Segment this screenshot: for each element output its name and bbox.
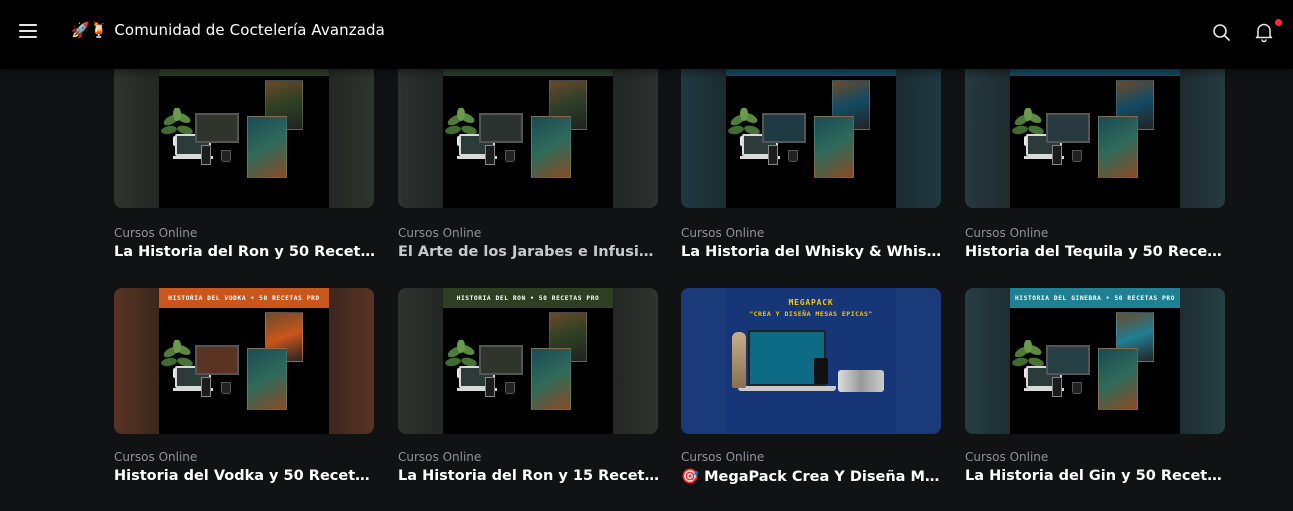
course-title[interactable]: La Historia del Gin y 50 Recetas ... [965, 468, 1227, 484]
top-navigation-bar: 🚀🍹 Comunidad de Coctelería Avanzada [0, 0, 1293, 69]
tablet-mockup [201, 377, 211, 397]
cup-decor [788, 150, 798, 162]
course-title[interactable]: 🎯 MegaPack Crea Y Diseña Mes... [681, 468, 943, 485]
course-thumbnail[interactable]: HISTORIA DEL RON • 50 RECETAS PRO [114, 63, 374, 208]
course-thumbnail[interactable]: HISTORIA DEL VODKA • 50 RECETAS PRO [114, 288, 374, 434]
course-category: Cursos Online [681, 450, 765, 464]
course-thumbnail[interactable]: HISTORIA DEL RON • 50 RECETAS PRO [398, 288, 658, 434]
laptop-mockup [195, 345, 239, 375]
course-thumbnail[interactable]: JARABES ARTESANALES • 80 RECETAS PRO [398, 63, 658, 208]
course-cover-art: HISTORIA DEL TEQUILA • 50 RECETAS PRO [1010, 63, 1180, 208]
course-cover-art: MEGAPACK "CREA Y DISEÑA MESAS EPICAS" [726, 288, 896, 434]
cover-banner: HISTORIA DEL GINEBRA • 50 RECETAS PRO [1010, 288, 1180, 308]
course-cover-art: HISTORIA DEL GINEBRA • 50 RECETAS PRO [1010, 288, 1180, 434]
course-category: Cursos Online [398, 226, 482, 240]
laptop-mockup [479, 113, 523, 143]
tablet-mockup [1052, 377, 1062, 397]
menu-icon[interactable] [19, 24, 37, 38]
bell-icon[interactable] [1253, 21, 1275, 43]
search-icon[interactable] [1212, 23, 1232, 43]
course-category: Cursos Online [398, 450, 482, 464]
laptop-mockup [479, 345, 523, 375]
course-cover-art: HISTORIA DEL RON • 50 RECETAS PRO [159, 63, 329, 208]
ebook-cover-front [814, 116, 854, 178]
course-cover-art: HISTORIA DEL VODKA • 50 RECETAS PRO [159, 288, 329, 434]
course-thumbnail[interactable]: HISTORIA DEL TEQUILA • 50 RECETAS PRO [681, 63, 941, 208]
course-title[interactable]: La Historia del Ron y 50 Recetas... [114, 244, 376, 260]
course-category: Cursos Online [114, 450, 198, 464]
course-title[interactable]: La Historia del Whisky & Whiske... [681, 244, 943, 260]
community-brand[interactable]: 🚀🍹 Comunidad de Coctelería Avanzada [71, 20, 385, 40]
course-cover-art: HISTORIA DEL RON • 50 RECETAS PRO [443, 288, 613, 434]
laptop-mockup [1046, 113, 1090, 143]
pampas-grass-decor [732, 332, 746, 388]
cover-banner: HISTORIA DEL RON • 50 RECETAS PRO [443, 288, 613, 308]
course-cover-art: HISTORIA DEL TEQUILA • 50 RECETAS PRO [726, 63, 896, 208]
cup-decor [1072, 150, 1082, 162]
course-title[interactable]: El Arte de los Jarabes e Infusione... [398, 244, 660, 260]
ebook-cover-front [531, 116, 571, 178]
notification-badge [1275, 19, 1282, 26]
cover-subtitle: "CREA Y DISEÑA MESAS EPICAS" [749, 310, 873, 318]
course-category: Cursos Online [681, 226, 765, 240]
course-thumbnail[interactable]: HISTORIA DEL GINEBRA • 50 RECETAS PRO [965, 288, 1225, 434]
tablet-mockup [485, 145, 495, 165]
laptop-mockup [1046, 345, 1090, 375]
course-category: Cursos Online [965, 450, 1049, 464]
cover-banner: HISTORIA DEL VODKA • 50 RECETAS PRO [159, 288, 329, 308]
course-cover-art: JARABES ARTESANALES • 80 RECETAS PRO [443, 63, 613, 208]
tablet-mockup [768, 145, 778, 165]
ebook-cover-front [1098, 348, 1138, 410]
ebook-cover-front [531, 348, 571, 410]
cup-decor [505, 382, 515, 394]
bar-tools-decor [838, 370, 884, 392]
course-category: Cursos Online [965, 226, 1049, 240]
cup-decor [221, 150, 231, 162]
laptop-base [738, 386, 836, 391]
ebook-cover-front [1098, 116, 1138, 178]
cup-decor [221, 382, 231, 394]
ebook-cover-front [247, 348, 287, 410]
cup-decor [505, 150, 515, 162]
laptop-mockup [195, 113, 239, 143]
course-category: Cursos Online [114, 226, 198, 240]
tablet-mockup [201, 145, 211, 165]
course-title[interactable]: Historia del Tequila y 50 Recetas... [965, 244, 1227, 260]
cover-title: MEGAPACK [788, 298, 834, 307]
course-title[interactable]: Historia del Vodka y 50 Recetas ... [114, 468, 376, 484]
community-title: Comunidad de Coctelería Avanzada [114, 21, 385, 39]
course-thumbnail[interactable]: HISTORIA DEL TEQUILA • 50 RECETAS PRO [965, 63, 1225, 208]
course-thumbnail[interactable]: MEGAPACK "CREA Y DISEÑA MESAS EPICAS" [681, 288, 941, 434]
brand-emoji: 🚀🍹 [71, 21, 109, 39]
ebook-cover-front [247, 116, 287, 178]
tablet-mockup [1052, 145, 1062, 165]
course-title[interactable]: La Historia del Ron y 15 Recetas... [398, 468, 660, 484]
laptop-mockup [762, 113, 806, 143]
phone-mockup [814, 358, 828, 384]
tablet-mockup [485, 377, 495, 397]
cup-decor [1072, 382, 1082, 394]
